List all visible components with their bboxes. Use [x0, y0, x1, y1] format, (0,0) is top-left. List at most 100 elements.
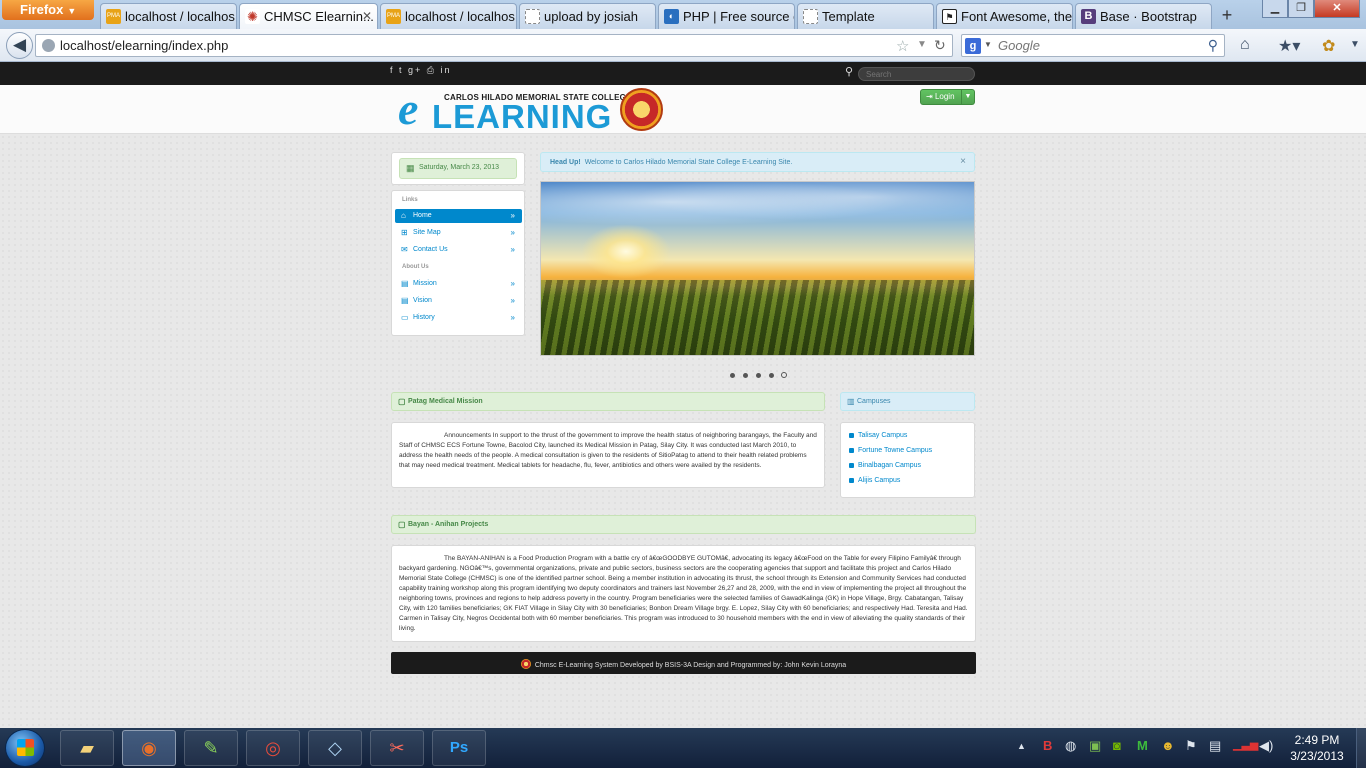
firefox-menu-button[interactable]: Firefox ▼	[2, 0, 94, 20]
reload-icon[interactable]: ↻	[934, 37, 946, 54]
photoshop-taskbar-button[interactable]: Ps	[432, 730, 486, 766]
campus-label: Alijis Campus	[858, 477, 901, 484]
browser-tab[interactable]: ⚑ Font Awesome, the...	[936, 3, 1073, 29]
square-bullet-icon	[849, 463, 854, 468]
browser-tab-active[interactable]: ✺ CHMSC Elearnin... ✕	[239, 3, 378, 30]
campus-link-talisay[interactable]: Talisay Campus	[849, 432, 907, 439]
chevron-right-icon: »	[510, 279, 515, 288]
browser-tab[interactable]: upload by josiah	[519, 3, 656, 29]
browser-tab[interactable]: PMA localhost / localhos...	[100, 3, 237, 29]
start-button[interactable]	[5, 729, 45, 767]
browser-tab[interactable]: PMA localhost / localhos...	[380, 3, 517, 29]
windows-taskbar: ▰ ◉ ✎ ◎ ◇ ✂ Ps ▲ B ◍ ▣ ◙ M ☻ ⚑ ▤ ▁▃▅ ◀) …	[0, 728, 1366, 768]
carousel-dot[interactable]	[756, 373, 761, 378]
show-hidden-icons-icon[interactable]: ▲	[1017, 741, 1026, 751]
addon-icon[interactable]: ✿	[1322, 36, 1335, 56]
back-button[interactable]: ◀	[6, 32, 33, 59]
device-icon[interactable]: ▤	[1209, 738, 1221, 754]
nav-label: Mission	[413, 280, 437, 287]
site-search-input[interactable]	[858, 67, 975, 81]
carousel-dot[interactable]	[730, 373, 735, 378]
chevron-right-icon: »	[510, 313, 515, 322]
campus-link-fortune-towne[interactable]: Fortune Towne Campus	[849, 447, 932, 454]
bootstrap-icon: B	[1081, 9, 1096, 24]
magnifier-icon[interactable]: ⚲	[1208, 37, 1218, 54]
action-center-flag-icon[interactable]: ⚑	[1185, 738, 1197, 754]
sitemap-icon: ⊞	[401, 228, 408, 237]
chrome-taskbar-button[interactable]: ◎	[246, 730, 300, 766]
b-app-icon[interactable]: B	[1043, 738, 1052, 753]
new-tab-button[interactable]: +	[1215, 4, 1239, 28]
globe-icon	[42, 39, 55, 52]
snipping-tool-taskbar-button[interactable]: ✂	[370, 730, 424, 766]
chevron-right-icon: »	[510, 228, 515, 237]
virtualbox-taskbar-button[interactable]: ◇	[308, 730, 362, 766]
nav-site-map[interactable]: ⊞ Site Map »	[395, 226, 522, 240]
campus-link-binalbagan[interactable]: Binalbagan Campus	[849, 462, 921, 469]
home-icon[interactable]: ⌂	[1240, 36, 1250, 54]
browser-tab[interactable]: ◐ PHP | Free source c...	[658, 3, 795, 29]
blank-page-icon	[803, 9, 818, 24]
volume-icon[interactable]: ◀)	[1259, 738, 1273, 754]
social-icons[interactable]: f t g+ ⎙ in	[390, 65, 451, 76]
campus-label: Fortune Towne Campus	[858, 447, 933, 454]
chevron-down-icon[interactable]: ▼	[1350, 39, 1360, 50]
close-window-button[interactable]: ✕	[1314, 0, 1360, 18]
show-desktop-button[interactable]	[1356, 728, 1366, 768]
address-bar[interactable]: localhost/elearning/index.php ☆ ▼ ↻	[35, 34, 953, 57]
taskbar-clock[interactable]: 2:49 PM 3/23/2013	[1287, 732, 1347, 764]
m-app-icon[interactable]: M	[1137, 738, 1148, 753]
browser-search-bar[interactable]: g ▼ Google ⚲	[961, 34, 1225, 57]
home-icon: ⌂	[401, 211, 406, 220]
flag-icon: ⚑	[942, 9, 957, 24]
campus-link-alijis[interactable]: Alijis Campus	[849, 477, 900, 484]
calendar-icon: ▦	[406, 163, 415, 173]
signal-icon[interactable]: ▁▃▅	[1233, 738, 1258, 751]
browser-tab[interactable]: Template	[797, 3, 934, 29]
bookmarks-icon[interactable]: ★▾	[1278, 36, 1300, 56]
close-tab-icon[interactable]: ✕	[362, 9, 372, 23]
nav-label: Home	[413, 212, 432, 219]
clock-time: 2:49 PM	[1294, 733, 1340, 747]
nvidia-icon[interactable]: ◙	[1113, 738, 1121, 753]
envelope-icon: ✉	[401, 245, 408, 254]
image-carousel[interactable]	[540, 181, 975, 356]
network-globe-icon[interactable]: ◍	[1065, 738, 1076, 754]
search-placeholder[interactable]: Google	[998, 38, 1040, 53]
article-body: The BAYAN-ANIHAN is a Food Production Pr…	[399, 555, 968, 632]
login-button[interactable]: ⇥ Login	[920, 89, 962, 105]
windows-logo-icon	[17, 739, 34, 756]
notepad-taskbar-button[interactable]: ✎	[184, 730, 238, 766]
square-bullet-icon	[849, 478, 854, 483]
google-icon[interactable]: g	[965, 38, 981, 54]
firefox-taskbar-button[interactable]: ◉	[122, 730, 176, 766]
search-engine-dropdown-icon[interactable]: ▼	[984, 40, 992, 49]
sun-glow	[581, 224, 671, 279]
section-title: Campuses	[857, 398, 891, 405]
nav-contact-us[interactable]: ✉ Contact Us »	[395, 243, 522, 257]
logo-learning-word[interactable]: LEARNING	[432, 98, 612, 136]
address-text[interactable]: localhost/elearning/index.php	[60, 38, 228, 53]
footer-text: Chmsc E-Learning System Developed by BSI…	[534, 662, 847, 669]
nav-history[interactable]: ▭ History »	[395, 311, 522, 325]
firefox-icon: ◉	[141, 738, 157, 758]
nav-mission[interactable]: ▤ Mission »	[395, 277, 522, 291]
monitor-icon[interactable]: ▣	[1089, 738, 1101, 754]
minimize-window-button[interactable]: ▁	[1262, 0, 1288, 18]
campus-label: Binalbagan Campus	[858, 462, 922, 469]
file-icon: ▢	[398, 520, 406, 529]
bookmark-star-icon[interactable]: ☆	[896, 37, 909, 55]
carousel-dot-active[interactable]	[781, 372, 787, 378]
carousel-dot[interactable]	[743, 373, 748, 378]
people-icon[interactable]: ☻	[1161, 738, 1175, 753]
maximize-window-button[interactable]: ❐	[1288, 0, 1314, 18]
history-dropdown-icon[interactable]: ▼	[917, 39, 927, 50]
carousel-dot[interactable]	[769, 373, 774, 378]
explorer-taskbar-button[interactable]: ▰	[60, 730, 114, 766]
nav-home[interactable]: ⌂ Home »	[395, 209, 522, 223]
alert-text: Welcome to Carlos Hilado Memorial State …	[584, 159, 793, 166]
browser-tab[interactable]: B Base · Bootstrap	[1075, 3, 1212, 29]
close-icon[interactable]: ×	[960, 156, 966, 167]
login-dropdown-toggle[interactable]: ▼	[962, 89, 975, 105]
nav-vision[interactable]: ▤ Vision »	[395, 294, 522, 308]
